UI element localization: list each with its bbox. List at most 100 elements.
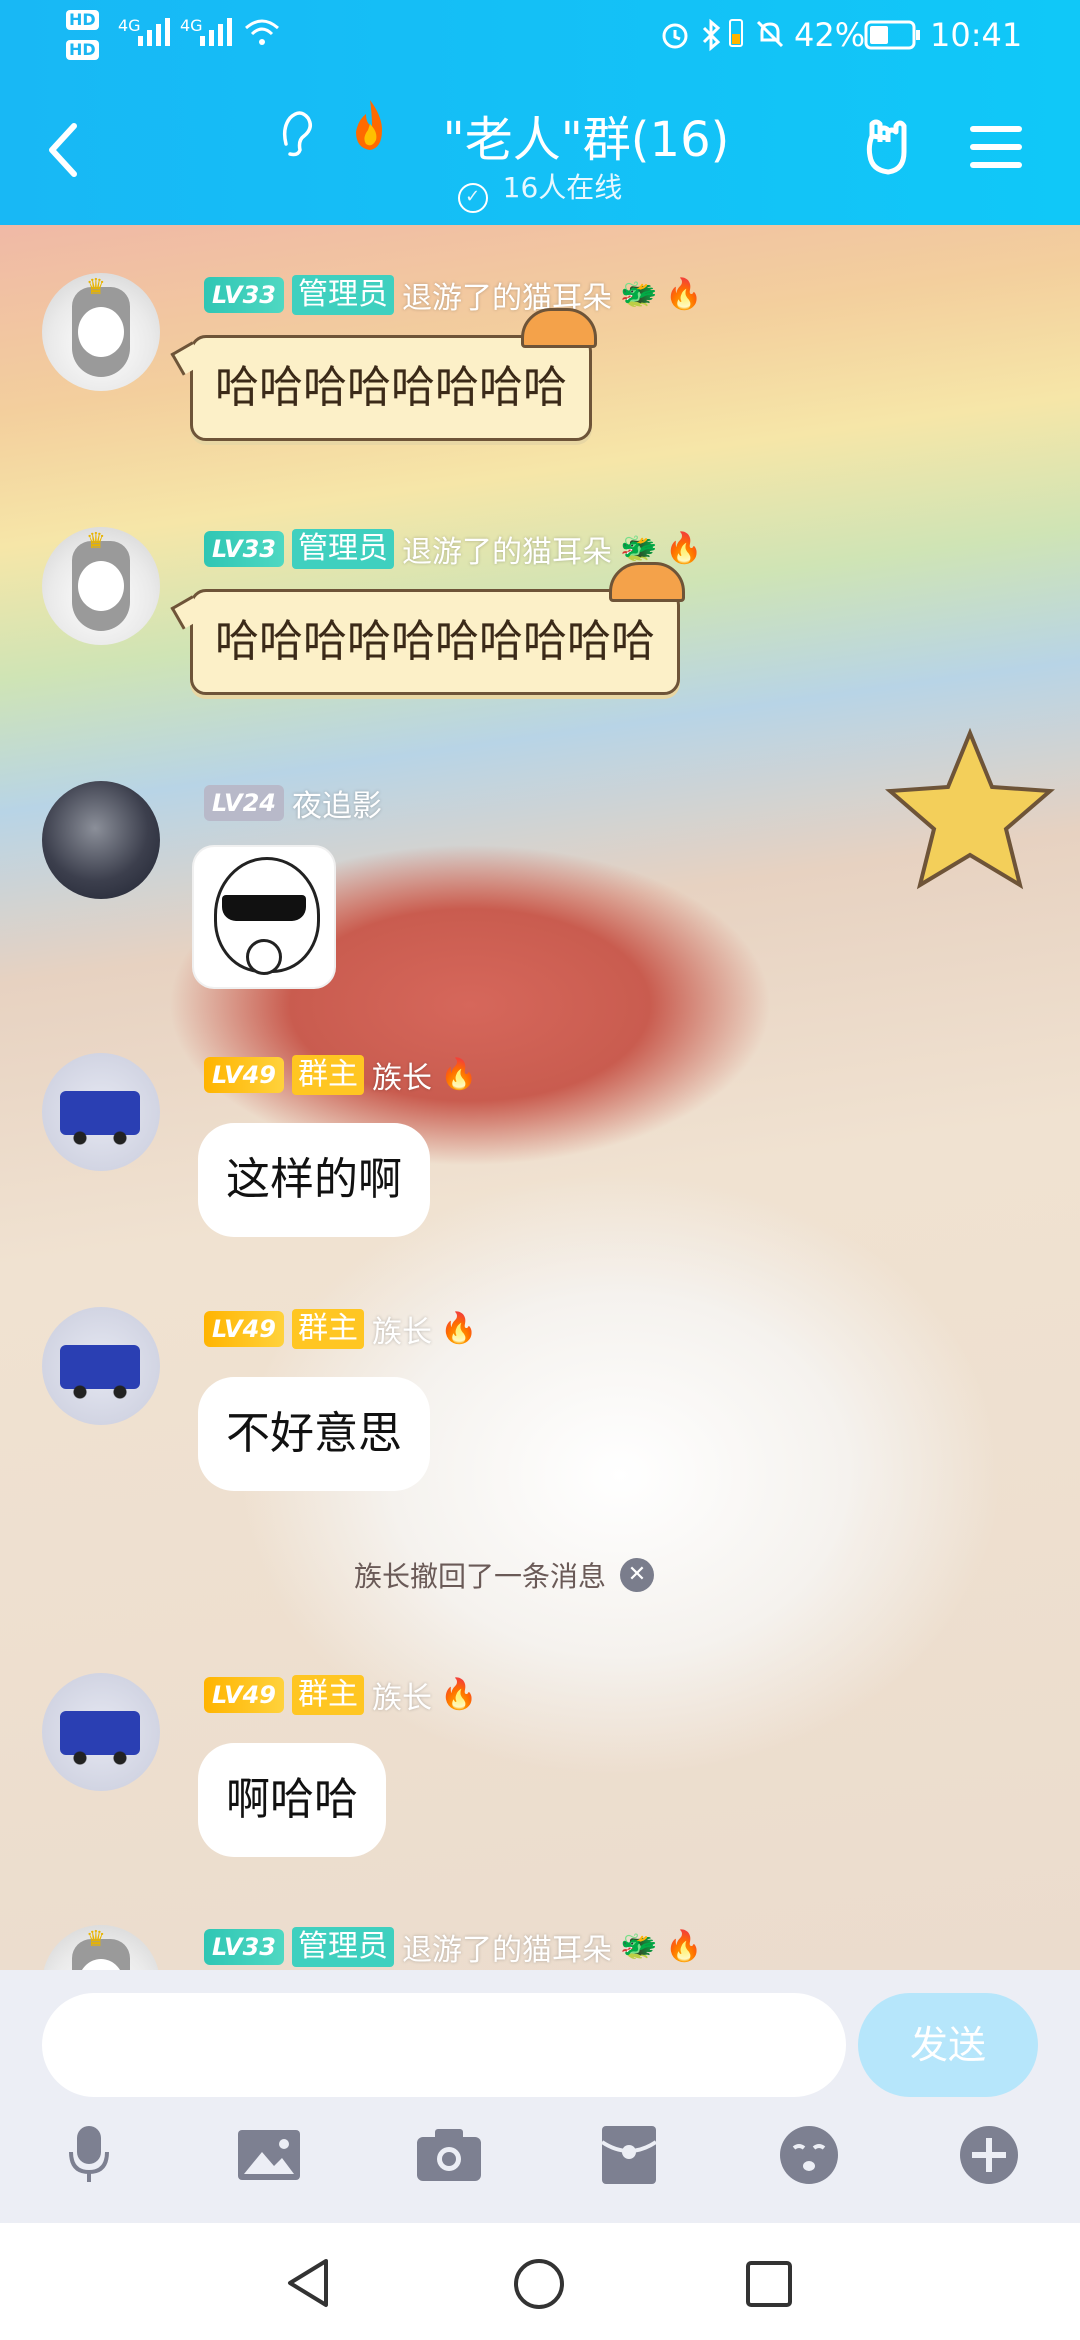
message-meta: LV49 群主 族长 🔥 xyxy=(204,1053,478,1097)
role-badge: 群主 xyxy=(291,1055,364,1095)
emoji-icon xyxy=(780,2126,838,2184)
avatar[interactable] xyxy=(42,1053,160,1171)
message-text: 这样的啊 xyxy=(226,1154,402,1205)
recall-notice-text: 族长撤回了一条消息 xyxy=(354,1560,607,1593)
menu-icon[interactable] xyxy=(968,124,1024,170)
camera-icon xyxy=(417,2129,481,2181)
fire-icon: 🔥 xyxy=(439,1311,478,1346)
crown-icon: ♛ xyxy=(86,275,106,300)
message-bubble[interactable]: 哈哈哈哈哈哈哈哈 xyxy=(170,308,597,441)
wifi-icon xyxy=(245,19,279,45)
nav-home-icon[interactable] xyxy=(512,2257,566,2311)
message-text: 哈哈哈哈哈哈哈哈 xyxy=(215,362,567,413)
nav-back-icon[interactable] xyxy=(284,2257,334,2309)
message-meta: LV49 群主 族长 🔥 xyxy=(204,1673,478,1717)
battery-percent: 42% xyxy=(794,16,866,54)
level-badge: LV24 xyxy=(204,785,284,821)
send-button[interactable]: 发送 xyxy=(858,1993,1038,2097)
avatar[interactable] xyxy=(42,781,160,899)
avatar[interactable] xyxy=(42,1307,160,1425)
role-badge: 管理员 xyxy=(291,275,394,315)
message-bubble[interactable]: 啊哈哈 xyxy=(198,1743,386,1857)
level-badge: LV49 xyxy=(204,1677,284,1713)
message-bubble[interactable]: 不好意思 xyxy=(198,1377,430,1491)
sender-name[interactable]: 族长 xyxy=(372,1053,432,1097)
clock: 10:41 xyxy=(930,16,1023,54)
fire-icon: 🔥 xyxy=(439,1677,478,1712)
message-meta: LV33 管理员 退游了的猫耳朵 🐲 🔥 xyxy=(204,275,703,316)
sender-name[interactable]: 退游了的猫耳朵 xyxy=(402,1925,612,1969)
cat-bubble-decoration xyxy=(521,308,597,348)
battery-small-icon xyxy=(729,19,743,47)
nav-recents-icon[interactable] xyxy=(744,2259,794,2309)
message-input[interactable] xyxy=(42,1993,846,2097)
sticker-message[interactable] xyxy=(194,847,334,987)
alarm-icon xyxy=(662,23,688,49)
avatar[interactable]: ♛ xyxy=(42,1925,160,1970)
truck-icon xyxy=(60,1345,140,1399)
sender-name[interactable]: 夜追影 xyxy=(292,781,382,825)
image-button[interactable] xyxy=(234,2120,304,2190)
emoji-button[interactable] xyxy=(774,2120,844,2190)
hd-badge-2: HD xyxy=(66,40,99,60)
fire-icon: 🔥 xyxy=(665,277,703,312)
avatar[interactable] xyxy=(42,1673,160,1791)
more-button[interactable] xyxy=(954,2120,1024,2190)
fire-icon: 🔥 xyxy=(665,531,703,566)
header: HD HD 4G 4G 42% 10:41 "老人"群(16) ✓ 16人在线 xyxy=(0,0,1080,225)
message-bubble[interactable]: 哈哈哈哈哈哈哈哈哈哈 xyxy=(170,562,685,695)
message-text: 啊哈哈 xyxy=(226,1774,358,1825)
fire-icon: 🔥 xyxy=(439,1057,478,1092)
avatar[interactable]: ♛ xyxy=(42,273,160,391)
message-text: 哈哈哈哈哈哈哈哈哈哈 xyxy=(215,616,655,667)
role-badge: 群主 xyxy=(291,1309,364,1349)
star-decoration xyxy=(885,727,1055,890)
level-badge: LV33 xyxy=(204,277,284,313)
camera-button[interactable] xyxy=(414,2120,484,2190)
message-meta: LV49 群主 族长 🔥 xyxy=(204,1307,478,1351)
level-badge: LV33 xyxy=(204,1929,284,1965)
microphone-icon xyxy=(69,2126,109,2182)
avatar[interactable]: ♛ xyxy=(42,527,160,645)
message-text: 不好意思 xyxy=(226,1408,402,1459)
sender-name[interactable]: 退游了的猫耳朵 xyxy=(402,527,612,571)
close-icon[interactable]: ✕ xyxy=(620,1558,655,1592)
check-circle-icon: ✓ xyxy=(457,183,488,213)
navigation-bar xyxy=(0,2223,1080,2340)
role-badge: 群主 xyxy=(291,1675,364,1715)
bluetooth-icon xyxy=(702,18,721,52)
cat-bubble-decoration xyxy=(609,562,685,602)
signal-icon-1 xyxy=(138,18,170,46)
role-badge: 管理员 xyxy=(291,529,394,569)
signal-icon-2 xyxy=(200,18,232,46)
chat-area[interactable]: ♛ LV33 管理员 退游了的猫耳朵 🐲 🔥 哈哈哈哈哈哈哈哈 ♛ LV33 管… xyxy=(0,225,1080,1970)
sunglasses-face-sticker xyxy=(222,895,306,921)
dragon-icon: 🐲 xyxy=(619,1929,658,1964)
mute-bell-icon xyxy=(756,20,784,48)
fire-icon: 🔥 xyxy=(665,1929,703,1964)
dragon-icon: 🐲 xyxy=(619,277,658,312)
group-name: "老人"群(16) xyxy=(442,112,730,168)
online-count: 16人在线 xyxy=(502,171,623,204)
message-meta: LV24 夜追影 xyxy=(204,781,382,825)
red-packet-button[interactable] xyxy=(594,2120,664,2190)
recall-notice: 族长撤回了一条消息 ✕ xyxy=(354,1555,655,1595)
sender-name[interactable]: 族长 xyxy=(372,1673,432,1717)
level-badge: LV49 xyxy=(204,1311,284,1347)
truck-icon xyxy=(60,1711,140,1765)
message-meta: LV33 管理员 退游了的猫耳朵 🐲 🔥 xyxy=(204,1925,703,1969)
plus-circle-icon xyxy=(960,2126,1018,2184)
message-bubble[interactable]: 这样的啊 xyxy=(198,1123,430,1237)
battery-icon xyxy=(864,20,920,50)
voice-button[interactable] xyxy=(54,2120,124,2190)
red-packet-icon xyxy=(600,2126,658,2184)
rock-hand-icon[interactable] xyxy=(858,116,920,178)
sender-name[interactable]: 族长 xyxy=(372,1307,432,1351)
crown-icon: ♛ xyxy=(86,1927,106,1952)
hd-badge-1: HD xyxy=(66,10,99,30)
input-bar: 发送 xyxy=(0,1970,1080,2223)
truck-icon xyxy=(60,1091,140,1145)
level-badge: LV33 xyxy=(204,531,284,567)
crown-icon: ♛ xyxy=(86,529,106,554)
role-badge: 管理员 xyxy=(291,1927,394,1967)
